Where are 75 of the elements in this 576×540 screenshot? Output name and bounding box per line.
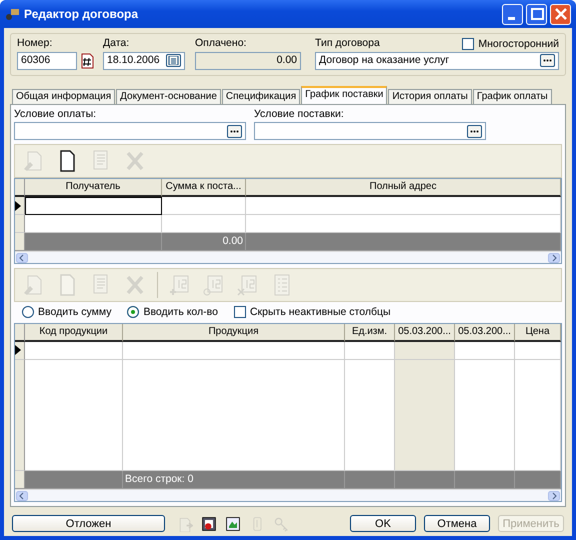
condition-field[interactable] — [14, 122, 246, 140]
dialog-button[interactable]: OK — [350, 515, 416, 532]
app-icon — [5, 7, 21, 21]
calendar-button[interactable] — [166, 54, 181, 68]
tab[interactable]: Спецификация — [222, 88, 300, 104]
scroll-left-button[interactable] — [16, 491, 28, 501]
column-header[interactable]: Сумма к поста... — [162, 179, 246, 198]
table-cell — [345, 471, 395, 489]
maximize-button[interactable] — [526, 4, 547, 24]
number-icon[interactable] — [81, 52, 94, 69]
row-header[interactable] — [15, 324, 25, 342]
dialog-button[interactable]: Отмена — [424, 515, 490, 532]
tab[interactable]: График поставки — [301, 86, 388, 104]
ellipsis-button[interactable] — [540, 54, 555, 68]
date-field[interactable]: 18.10.2006 — [103, 52, 185, 70]
column-header[interactable]: 05.03.200... — [455, 324, 515, 342]
horizontal-scrollbar[interactable] — [15, 489, 561, 501]
tab[interactable]: История оплаты — [388, 88, 472, 104]
row-header[interactable] — [15, 179, 25, 198]
window-title: Редактор договора — [24, 6, 140, 22]
contract-type-field[interactable]: Договор на оказание услуг — [315, 52, 559, 70]
minimize-icon — [508, 16, 515, 20]
field-label: Условие оплаты: — [14, 108, 98, 120]
column-header[interactable]: Продукция — [123, 324, 345, 342]
minimize-button[interactable] — [502, 4, 523, 24]
column-header[interactable]: Получатель — [25, 179, 162, 198]
report-icon[interactable] — [201, 516, 217, 532]
ellipsis-button[interactable] — [467, 124, 482, 138]
field-label: Условие поставки: — [254, 108, 345, 120]
radio-button[interactable] — [127, 306, 140, 318]
column-header[interactable]: Код продукции — [25, 324, 123, 342]
checkbox-label: Скрыть неактивные столбцы — [250, 306, 391, 319]
number-field[interactable]: 60306 — [17, 52, 77, 70]
scroll-left-button[interactable] — [16, 253, 28, 264]
radio-button[interactable] — [22, 306, 34, 318]
field-label: Оплачено: — [195, 37, 248, 50]
field-label: Тип договора — [315, 37, 380, 50]
row-count: Всего строк: 0 — [123, 471, 345, 489]
condition-field[interactable] — [254, 122, 486, 140]
document-image-icon[interactable] — [225, 516, 241, 532]
row-pointer-icon — [15, 200, 21, 211]
close-icon — [552, 6, 568, 22]
column-header[interactable]: Ед.изм. — [345, 324, 395, 342]
ellipsis-button[interactable] — [227, 124, 242, 138]
tab[interactable]: График оплаты — [472, 88, 552, 104]
paid-field: 0.00 — [195, 52, 301, 70]
tab[interactable]: Общая информация — [12, 88, 116, 104]
radio-label: Вводить сумму — [38, 306, 112, 319]
table-cell — [395, 471, 455, 489]
table-cell — [455, 471, 515, 489]
ellipsis-icon — [543, 59, 552, 62]
column-header[interactable]: 05.03.200... — [395, 324, 455, 342]
checkbox[interactable] — [462, 38, 474, 50]
checkbox-label: Многосторонний — [478, 38, 559, 51]
column-header[interactable]: Цена — [515, 324, 561, 342]
table-cell: 0.00 — [162, 233, 246, 252]
row-header[interactable] — [15, 197, 25, 216]
postpone-button[interactable]: Отложен — [12, 515, 165, 532]
ellipsis-icon — [470, 130, 479, 133]
close-button[interactable] — [550, 4, 571, 24]
horizontal-scrollbar[interactable] — [15, 251, 561, 264]
maximize-icon — [528, 6, 544, 22]
ellipsis-icon — [230, 130, 239, 133]
row-header[interactable] — [15, 342, 25, 360]
column-header[interactable]: Полный адрес — [246, 179, 561, 198]
field-label: Дата: — [103, 37, 130, 50]
checkbox[interactable] — [234, 306, 246, 318]
table-cell — [515, 471, 561, 489]
row-pointer-icon — [15, 345, 21, 356]
tab[interactable]: Документ-основание — [116, 88, 221, 104]
field-label: Номер: — [17, 37, 54, 50]
scroll-right-button[interactable] — [548, 491, 560, 501]
radio-label: Вводить кол-во — [143, 306, 218, 319]
scroll-right-button[interactable] — [548, 253, 560, 264]
calendar-icon — [168, 56, 179, 66]
